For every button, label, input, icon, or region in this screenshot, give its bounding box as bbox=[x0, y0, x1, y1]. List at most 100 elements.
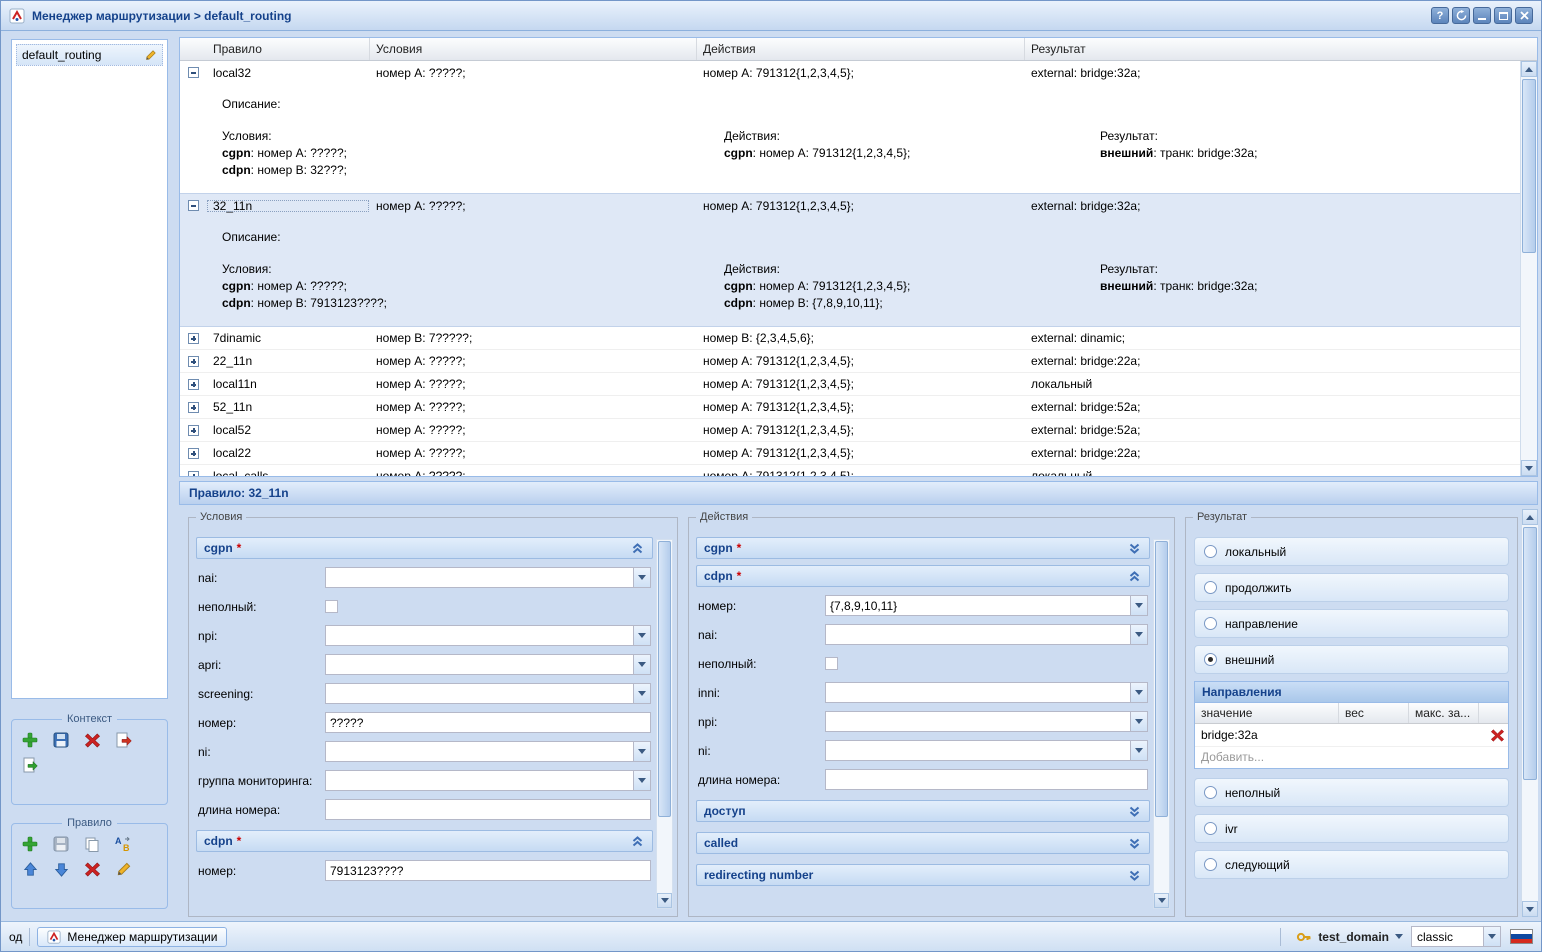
rename-rule-icon[interactable]: AB bbox=[113, 834, 133, 854]
expand-section-icon[interactable] bbox=[1127, 868, 1142, 883]
add-rule-icon[interactable] bbox=[20, 834, 40, 854]
scroll-down-icon[interactable] bbox=[1154, 893, 1169, 908]
cgpn-nai-combo[interactable] bbox=[325, 567, 651, 588]
table-row[interactable]: 52_11nномер A: ?????; номер A: 791312{1,… bbox=[180, 396, 1520, 419]
export-context-icon[interactable] bbox=[20, 755, 40, 775]
expand-row-icon[interactable] bbox=[188, 471, 199, 477]
save-rule-icon[interactable] bbox=[51, 834, 71, 854]
action-cdpn-incomplete-checkbox[interactable] bbox=[825, 657, 838, 670]
scroll-thumb[interactable] bbox=[1523, 527, 1537, 780]
section-header-cgpn[interactable]: cgpn* bbox=[196, 537, 653, 559]
section-header-called[interactable]: called bbox=[696, 832, 1150, 854]
scroll-thumb[interactable] bbox=[1155, 541, 1168, 817]
table-row[interactable]: local52номер A: ?????; номер A: 791312{1… bbox=[180, 419, 1520, 442]
action-cdpn-nai-combo[interactable] bbox=[825, 624, 1148, 645]
table-row[interactable]: local11nномер A: ?????; номер A: 791312{… bbox=[180, 373, 1520, 396]
result-option-direction[interactable]: направление bbox=[1194, 609, 1509, 638]
cgpn-ni-combo[interactable] bbox=[325, 741, 651, 762]
collapse-section-icon[interactable] bbox=[630, 541, 645, 556]
combo-trigger-icon[interactable] bbox=[1483, 926, 1501, 947]
action-cdpn-number-combo[interactable] bbox=[825, 595, 1148, 616]
domain-selector[interactable]: test_domain bbox=[1296, 929, 1403, 945]
result-option-local[interactable]: локальный bbox=[1194, 537, 1509, 566]
grid-scrollbar[interactable] bbox=[1520, 61, 1537, 476]
form-scrollbar[interactable] bbox=[1521, 509, 1538, 917]
delete-rule-icon[interactable] bbox=[82, 859, 102, 879]
delete-direction-icon[interactable] bbox=[1490, 728, 1505, 743]
combo-trigger-icon[interactable] bbox=[633, 625, 651, 646]
column-header-max[interactable]: макс. за... bbox=[1409, 703, 1479, 723]
result-option-ivr[interactable]: ivr bbox=[1194, 814, 1509, 843]
save-context-icon[interactable] bbox=[51, 730, 71, 750]
column-header-actions[interactable]: Действия bbox=[697, 38, 1025, 60]
module-button[interactable]: Менеджер маршрутизации bbox=[37, 927, 227, 947]
add-context-icon[interactable] bbox=[20, 730, 40, 750]
cgpn-screening-combo[interactable] bbox=[325, 683, 651, 704]
close-button[interactable] bbox=[1515, 7, 1533, 24]
column-header-value[interactable]: значение bbox=[1195, 703, 1339, 723]
action-cdpn-number-length-input[interactable] bbox=[825, 769, 1148, 790]
cgpn-npi-combo[interactable] bbox=[325, 625, 651, 646]
tree-item-default-routing[interactable]: default_routing bbox=[16, 44, 163, 66]
copy-rule-icon[interactable] bbox=[82, 834, 102, 854]
combo-trigger-icon[interactable] bbox=[633, 654, 651, 675]
scroll-down-icon[interactable] bbox=[1522, 901, 1538, 917]
expand-row-icon[interactable] bbox=[188, 425, 199, 436]
theme-select[interactable]: classic bbox=[1411, 926, 1501, 947]
expand-section-icon[interactable] bbox=[1127, 541, 1142, 556]
expand-row-icon[interactable] bbox=[188, 379, 199, 390]
minimize-button[interactable] bbox=[1473, 7, 1491, 24]
cgpn-number-length-input[interactable] bbox=[325, 799, 651, 820]
radio-icon[interactable] bbox=[1204, 858, 1217, 871]
result-option-continue[interactable]: продолжить bbox=[1194, 573, 1509, 602]
section-header-access[interactable]: доступ bbox=[696, 800, 1150, 822]
radio-icon[interactable] bbox=[1204, 545, 1217, 558]
scroll-up-icon[interactable] bbox=[1521, 61, 1537, 77]
collapse-section-icon[interactable] bbox=[1127, 569, 1142, 584]
cgpn-apri-combo[interactable] bbox=[325, 654, 651, 675]
expand-section-icon[interactable] bbox=[1127, 804, 1142, 819]
section-header-cdpn[interactable]: cdpn* bbox=[196, 830, 653, 852]
cgpn-number-input[interactable] bbox=[325, 712, 651, 733]
action-cdpn-inni-combo[interactable] bbox=[825, 682, 1148, 703]
combo-trigger-icon[interactable] bbox=[1130, 595, 1148, 616]
scroll-down-icon[interactable] bbox=[657, 893, 672, 908]
radio-icon[interactable] bbox=[1204, 617, 1217, 630]
cgpn-incomplete-checkbox[interactable] bbox=[325, 600, 338, 613]
section-header-cdpn-actions[interactable]: cdpn* bbox=[696, 565, 1150, 587]
edit-rule-icon[interactable] bbox=[113, 859, 133, 879]
column-header-rule[interactable]: Правило bbox=[180, 38, 370, 60]
column-header-conditions[interactable]: Условия bbox=[370, 38, 697, 60]
collapse-section-icon[interactable] bbox=[630, 834, 645, 849]
move-rule-up-icon[interactable] bbox=[20, 859, 40, 879]
actions-scrollbar[interactable] bbox=[1153, 539, 1170, 909]
cdpn-number-input[interactable] bbox=[325, 860, 651, 881]
radio-icon[interactable] bbox=[1204, 581, 1217, 594]
expand-row-icon[interactable] bbox=[188, 448, 199, 459]
combo-trigger-icon[interactable] bbox=[1130, 624, 1148, 645]
table-row[interactable]: local32 номер A: ?????; номер A: 791312{… bbox=[180, 61, 1520, 84]
combo-trigger-icon[interactable] bbox=[633, 567, 651, 588]
table-row[interactable]: 22_11nномер A: ?????; номер A: 791312{1,… bbox=[180, 350, 1520, 373]
conditions-scrollbar[interactable] bbox=[656, 539, 673, 909]
section-header-cgpn-actions[interactable]: cgpn* bbox=[696, 537, 1150, 559]
combo-trigger-icon[interactable] bbox=[1130, 682, 1148, 703]
radio-icon[interactable] bbox=[1204, 786, 1217, 799]
delete-context-icon[interactable] bbox=[82, 730, 102, 750]
combo-trigger-icon[interactable] bbox=[633, 770, 651, 791]
radio-icon[interactable] bbox=[1204, 822, 1217, 835]
table-row[interactable]: local22номер A: ?????; номер A: 791312{1… bbox=[180, 442, 1520, 465]
result-option-next[interactable]: следующий bbox=[1194, 850, 1509, 879]
expand-row-icon[interactable] bbox=[188, 333, 199, 344]
move-rule-down-icon[interactable] bbox=[51, 859, 71, 879]
help-button[interactable]: ? bbox=[1431, 7, 1449, 24]
action-cdpn-ni-combo[interactable] bbox=[825, 740, 1148, 761]
table-row[interactable]: local_callsномер A: ?????; номер A: 7913… bbox=[180, 465, 1520, 476]
language-flag-icon[interactable] bbox=[1510, 929, 1533, 944]
cgpn-monitoring-group-combo[interactable] bbox=[325, 770, 651, 791]
table-row[interactable]: 7dinamicномер B: 7?????; номер B: {2,3,4… bbox=[180, 327, 1520, 350]
collapse-row-icon[interactable] bbox=[188, 200, 199, 211]
table-row-selected[interactable]: 32_11n номер A: ?????; номер A: 791312{1… bbox=[180, 194, 1520, 217]
scroll-thumb[interactable] bbox=[1522, 79, 1536, 253]
result-option-external[interactable]: внешний bbox=[1194, 645, 1509, 674]
